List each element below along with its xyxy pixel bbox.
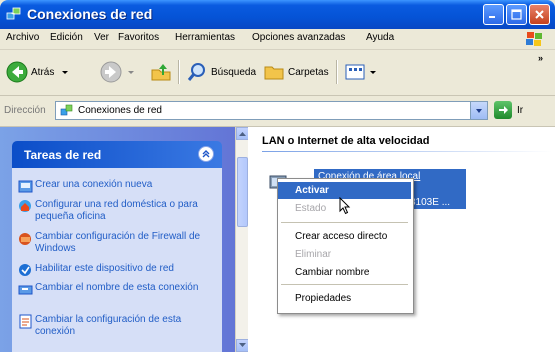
dropdown-arrow-icon — [62, 71, 69, 74]
maximize-button[interactable] — [506, 4, 527, 25]
task-pane: Tareas de red Crear una conexión nueva C… — [0, 127, 235, 352]
menu-item-label: Crear acceso directo — [295, 231, 388, 242]
up-folder-button[interactable] — [150, 58, 172, 86]
network-tasks-header[interactable]: Tareas de red — [12, 141, 222, 168]
home-network-icon — [19, 200, 31, 212]
menu-item-label: Propiedades — [295, 293, 352, 304]
task-label: Cambiar el nombre de esta conexión — [35, 282, 199, 293]
enable-device-icon — [19, 264, 31, 276]
task-crear-conexion[interactable]: Crear una conexión nueva — [18, 179, 220, 194]
up-folder-icon — [151, 64, 171, 81]
chevron-up-icon — [239, 132, 246, 136]
menu-item-label: Estado — [295, 203, 327, 214]
close-icon — [535, 10, 544, 19]
forward-arrow-icon — [100, 61, 122, 83]
folders-icon — [264, 66, 284, 80]
collapse-button[interactable] — [198, 146, 214, 162]
menu-ver[interactable]: Ver — [94, 32, 109, 43]
network-tasks-list: Crear una conexión nueva Configurar una … — [12, 168, 222, 352]
search-button[interactable]: Búsqueda — [186, 58, 256, 86]
folders-button[interactable]: Carpetas — [263, 58, 329, 86]
dropdown-arrow-icon — [370, 71, 376, 74]
back-label: Atrás — [31, 66, 55, 78]
task-cambiar-nombre[interactable]: Cambiar el nombre de esta conexión — [18, 282, 220, 297]
minimize-icon — [489, 16, 495, 18]
toolbar: Atrás Búsqueda Carpetas — [0, 50, 555, 96]
menu-edicion[interactable]: Edición — [50, 32, 83, 43]
task-cambiar-configuracion[interactable]: Cambiar la configuración de esta conexió… — [18, 314, 220, 338]
scroll-thumb[interactable] — [237, 157, 248, 227]
menu-bar: Archivo Edición Ver Favoritos Herramient… — [0, 29, 555, 50]
back-arrow-icon — [6, 61, 28, 83]
menu-item-crear-acceso-directo[interactable]: Crear acceso directo — [278, 228, 411, 245]
settings-page-icon — [19, 314, 32, 329]
task-configurar-red[interactable]: Configurar una red doméstica o para pequ… — [18, 199, 220, 223]
connection-detail: 8103E ... — [410, 197, 451, 208]
menu-item-cambiar-nombre[interactable]: Cambiar nombre — [278, 264, 411, 281]
search-label: Búsqueda — [211, 66, 257, 78]
chevron-down-icon — [476, 108, 482, 113]
folders-label: Carpetas — [288, 66, 329, 78]
go-arrow-icon — [499, 106, 508, 114]
menu-item-label: Activar — [295, 185, 329, 196]
chevron-up-icon — [202, 150, 210, 158]
address-label: Dirección — [4, 105, 46, 116]
forward-button[interactable] — [100, 58, 136, 86]
mouse-pointer-icon — [339, 197, 351, 215]
windows-logo-icon — [526, 32, 542, 46]
menu-opciones-avanzadas[interactable]: Opciones avanzadas — [252, 32, 345, 43]
menu-herramientas[interactable]: Herramientas — [175, 32, 235, 43]
address-input[interactable]: Conexiones de red — [55, 101, 488, 120]
group-divider — [262, 151, 552, 152]
menu-item-label: Eliminar — [295, 249, 332, 260]
group-header: LAN o Internet de alta velocidad — [262, 135, 430, 147]
rename-icon — [18, 285, 33, 295]
address-dropdown-button[interactable] — [470, 102, 487, 119]
task-label: Crear una conexión nueva — [35, 179, 153, 190]
close-button[interactable] — [529, 4, 550, 25]
go-label[interactable]: Ir — [517, 105, 523, 116]
network-connections-icon — [6, 7, 21, 20]
minimize-button[interactable] — [483, 4, 504, 25]
task-label: Cambiar la configuración de esta conexió… — [35, 314, 182, 337]
menu-separator — [281, 222, 408, 223]
firewall-icon — [19, 233, 31, 245]
task-label: Configurar una red doméstica o para pequ… — [35, 199, 198, 222]
task-label: Cambiar configuración de Firewall de Win… — [35, 231, 201, 254]
new-connection-icon — [18, 180, 33, 193]
window-title: Conexiones de red — [27, 6, 153, 22]
menu-item-eliminar: Eliminar — [278, 246, 411, 263]
toolbar-overflow-icon[interactable]: » — [538, 53, 543, 63]
task-pane-scrollbar[interactable] — [235, 127, 249, 352]
explorer-window: Conexiones de red Archivo Edición Ver Fa… — [0, 0, 555, 352]
menu-ayuda[interactable]: Ayuda — [366, 32, 394, 43]
dropdown-arrow-icon — [128, 71, 134, 74]
network-connections-icon — [60, 104, 73, 116]
menu-item-propiedades[interactable]: Propiedades — [278, 290, 411, 307]
menu-favoritos[interactable]: Favoritos — [118, 32, 159, 43]
chevron-down-icon — [239, 343, 246, 347]
task-firewall[interactable]: Cambiar configuración de Firewall de Win… — [18, 231, 220, 255]
menu-item-label: Cambiar nombre — [295, 267, 370, 278]
menu-archivo[interactable]: Archivo — [6, 32, 39, 43]
go-button[interactable] — [494, 101, 512, 119]
menu-separator — [281, 284, 408, 285]
back-button[interactable]: Atrás — [6, 58, 70, 86]
search-icon — [187, 63, 205, 81]
maximize-icon — [511, 9, 522, 20]
network-tasks-title: Tareas de red — [24, 148, 102, 162]
title-bar[interactable]: Conexiones de red — [0, 0, 555, 29]
address-bar: Dirección Conexiones de red Ir — [0, 96, 555, 127]
address-value: Conexiones de red — [78, 105, 162, 116]
views-icon — [345, 64, 365, 80]
views-button[interactable] — [344, 58, 378, 86]
task-label: Habilitar este dispositivo de red — [35, 263, 174, 274]
task-habilitar-dispositivo[interactable]: Habilitar este dispositivo de red — [18, 263, 220, 278]
